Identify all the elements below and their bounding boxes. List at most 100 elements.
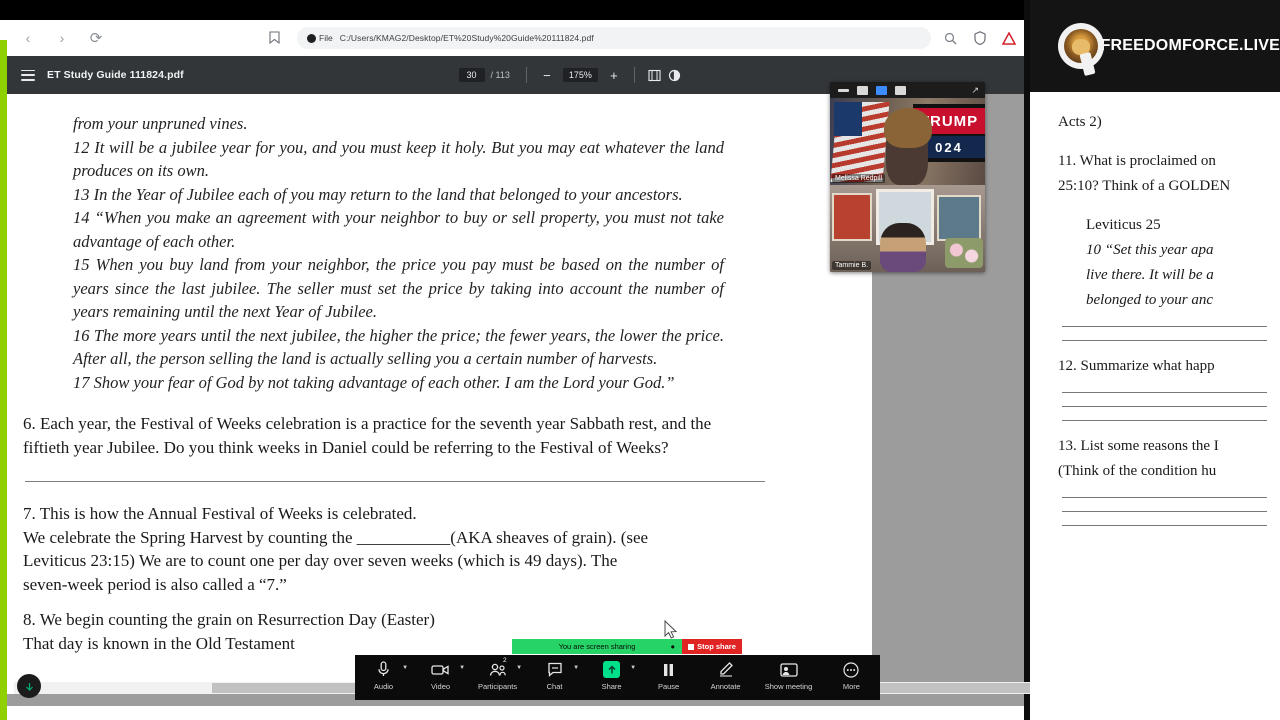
grid-view-icon[interactable] (895, 85, 906, 95)
answer-rule-line (1062, 406, 1267, 407)
answer-rule-line (1062, 511, 1267, 512)
zoom-share-label: Share (601, 682, 622, 691)
participant-hair-decor (884, 108, 932, 148)
right-doc-line: belonged to your anc (1086, 292, 1214, 308)
chevron-down-icon[interactable]: ▼ (516, 665, 522, 671)
answer-rule-line (1062, 340, 1267, 341)
zoom-more-button[interactable]: More (823, 655, 880, 691)
right-question-13-line: (Think of the condition hu (1058, 463, 1217, 479)
zoom-icon[interactable] (943, 31, 958, 46)
expand-icon[interactable]: ↗ (971, 85, 979, 96)
scripture-block: from your unpruned vines. 12 It will be … (15, 94, 812, 394)
screen-share-status-bar: You are screen sharing ● Stop share (512, 639, 742, 654)
page-total: / 113 (490, 70, 510, 80)
verse-line: 17 Show your fear of God by not taking a… (73, 372, 675, 392)
pencil-icon (719, 660, 733, 679)
zoom-show-meeting-button[interactable]: Show meeting (754, 655, 823, 691)
fit-to-page-icon[interactable] (645, 65, 665, 85)
pdf-document-title: ET Study Guide 111824.pdf (47, 69, 184, 81)
chevron-down-icon[interactable]: ▼ (630, 665, 636, 671)
camera-icon (431, 660, 450, 679)
chevron-down-icon[interactable]: ▼ (402, 665, 408, 671)
verse-line: 15 When you buy land from your neighbor,… (73, 255, 724, 321)
strip-view-icon[interactable] (876, 85, 887, 95)
file-scheme-pill: File (307, 33, 333, 43)
browser-nav-buttons: ‹ › ⟳ (7, 27, 107, 49)
participants-count-badge: 2 (503, 657, 507, 664)
zoom-video-thumbnail-panel[interactable]: ↗ TRUMP 024 Melissa Redpill Tammie B. (830, 82, 985, 272)
verse-line: 14 “When you make an agreement with your… (73, 208, 724, 251)
video-panel-controls: ↗ (830, 82, 985, 98)
stop-share-label: Stop share (697, 642, 736, 651)
stop-square-icon (688, 643, 695, 650)
zoom-pause-button[interactable]: Pause (640, 655, 697, 691)
zoom-chat-button[interactable]: Chat ▼ (526, 655, 583, 691)
forward-arrow-icon[interactable]: › (51, 27, 73, 49)
pdf-page-controls: 30 / 113 − 175% + (458, 65, 685, 85)
pause-icon (662, 660, 675, 679)
zoom-meeting-toolbar: Audio ▼ Video ▼ Participants 2 ▼ Chat ▼ (355, 655, 880, 700)
zoom-in-button[interactable]: + (604, 65, 624, 85)
microphone-icon (377, 660, 390, 679)
rotate-icon[interactable] (665, 65, 685, 85)
right-doc-line: 25:10? Think of a GOLDEN (1058, 178, 1231, 194)
zoom-audio-button[interactable]: Audio ▼ (355, 655, 412, 691)
sharing-status-text: You are screen sharing (558, 642, 636, 651)
zoom-out-button[interactable]: − (537, 65, 557, 85)
show-meeting-icon (779, 660, 798, 679)
right-question-13-line: 13. List some reasons the I (1058, 438, 1219, 454)
logo-text: FREEDOMFORCE.LIVE (1100, 37, 1280, 54)
reload-icon[interactable]: ⟳ (85, 27, 107, 49)
study-question-7-line: We celebrate the Spring Harvest by count… (23, 527, 649, 547)
right-doc-line: Acts 2) (1058, 114, 1102, 130)
minimize-icon[interactable] (838, 88, 849, 92)
screen-share-border (0, 40, 7, 720)
right-question-12: 12. Summarize what happ (1058, 358, 1215, 374)
zoom-show-meeting-label: Show meeting (764, 682, 813, 691)
freedomforce-logo-bar: FREEDOMFORCE.LIVE (1030, 0, 1280, 92)
study-question-6: 6. Each year, the Festival of Weeks cele… (23, 414, 712, 457)
participant-name-label: Tammie B. (832, 261, 872, 270)
us-flag-union-decor (834, 102, 862, 136)
study-question-8-line: 8. We begin counting the grain on Resurr… (23, 610, 435, 629)
answer-rule-line (1062, 497, 1267, 498)
zoom-audio-label: Audio (373, 682, 394, 691)
wall-art-right-decor (937, 195, 981, 241)
zoom-video-button[interactable]: Video ▼ (412, 655, 469, 691)
zoom-participants-button[interactable]: Participants 2 ▼ (469, 655, 526, 691)
right-side-panel: FREEDOMFORCE.LIVE Acts 2) 11. What is pr… (1030, 0, 1280, 720)
toolbar-divider-2 (633, 67, 635, 83)
pdf-bottom-nav-button[interactable] (17, 674, 41, 698)
hamburger-menu-icon[interactable] (21, 69, 35, 81)
adobe-warning-icon[interactable] (1001, 31, 1016, 46)
right-doc-line: 10 “Set this year apa (1086, 242, 1214, 258)
zoom-annotate-button[interactable]: Annotate (697, 655, 754, 691)
verse-line: 16 The more years until the next jubilee… (73, 325, 724, 369)
omnibox[interactable]: File C:/Users/KMAG2/Desktop/ET%20Study%2… (269, 27, 931, 49)
zoom-level-display[interactable]: 175% (562, 68, 598, 82)
single-view-icon[interactable] (857, 85, 868, 95)
file-label: File (319, 33, 333, 43)
sharing-status: You are screen sharing ● (512, 639, 682, 654)
page-number-input[interactable]: 30 (458, 68, 485, 82)
answer-rule-line (1062, 420, 1267, 421)
video-tile[interactable]: TRUMP 024 Melissa Redpill (830, 98, 985, 185)
chevron-down-icon[interactable]: ▼ (573, 665, 579, 671)
zoom-participants-label: Participants (477, 682, 518, 691)
chat-bubble-icon (547, 660, 563, 679)
participant-name-label: Melissa Redpill (832, 174, 886, 183)
chevron-down-icon[interactable]: ▼ (459, 665, 465, 671)
url-text: C:/Users/KMAG2/Desktop/ET%20Study%20Guid… (339, 33, 594, 43)
verse-line: 13 In the Year of Jubilee each of you ma… (73, 184, 683, 204)
bookmark-icon[interactable] (269, 31, 283, 45)
zoom-share-button[interactable]: Share ▼ (583, 655, 640, 691)
flowers-decor (945, 238, 983, 268)
back-arrow-icon[interactable]: ‹ (17, 27, 39, 49)
browser-url-bar: ‹ › ⟳ File C:/Users/KMAG2/Desktop/ET%20S… (7, 20, 1030, 56)
video-tile[interactable]: Tammie B. (830, 185, 985, 272)
page-top-clip (7, 94, 872, 110)
shield-icon[interactable] (972, 31, 987, 46)
file-dot-icon (307, 33, 316, 43)
right-doc-line: Leviticus 25 (1086, 217, 1161, 233)
stop-share-button[interactable]: Stop share (682, 639, 742, 654)
